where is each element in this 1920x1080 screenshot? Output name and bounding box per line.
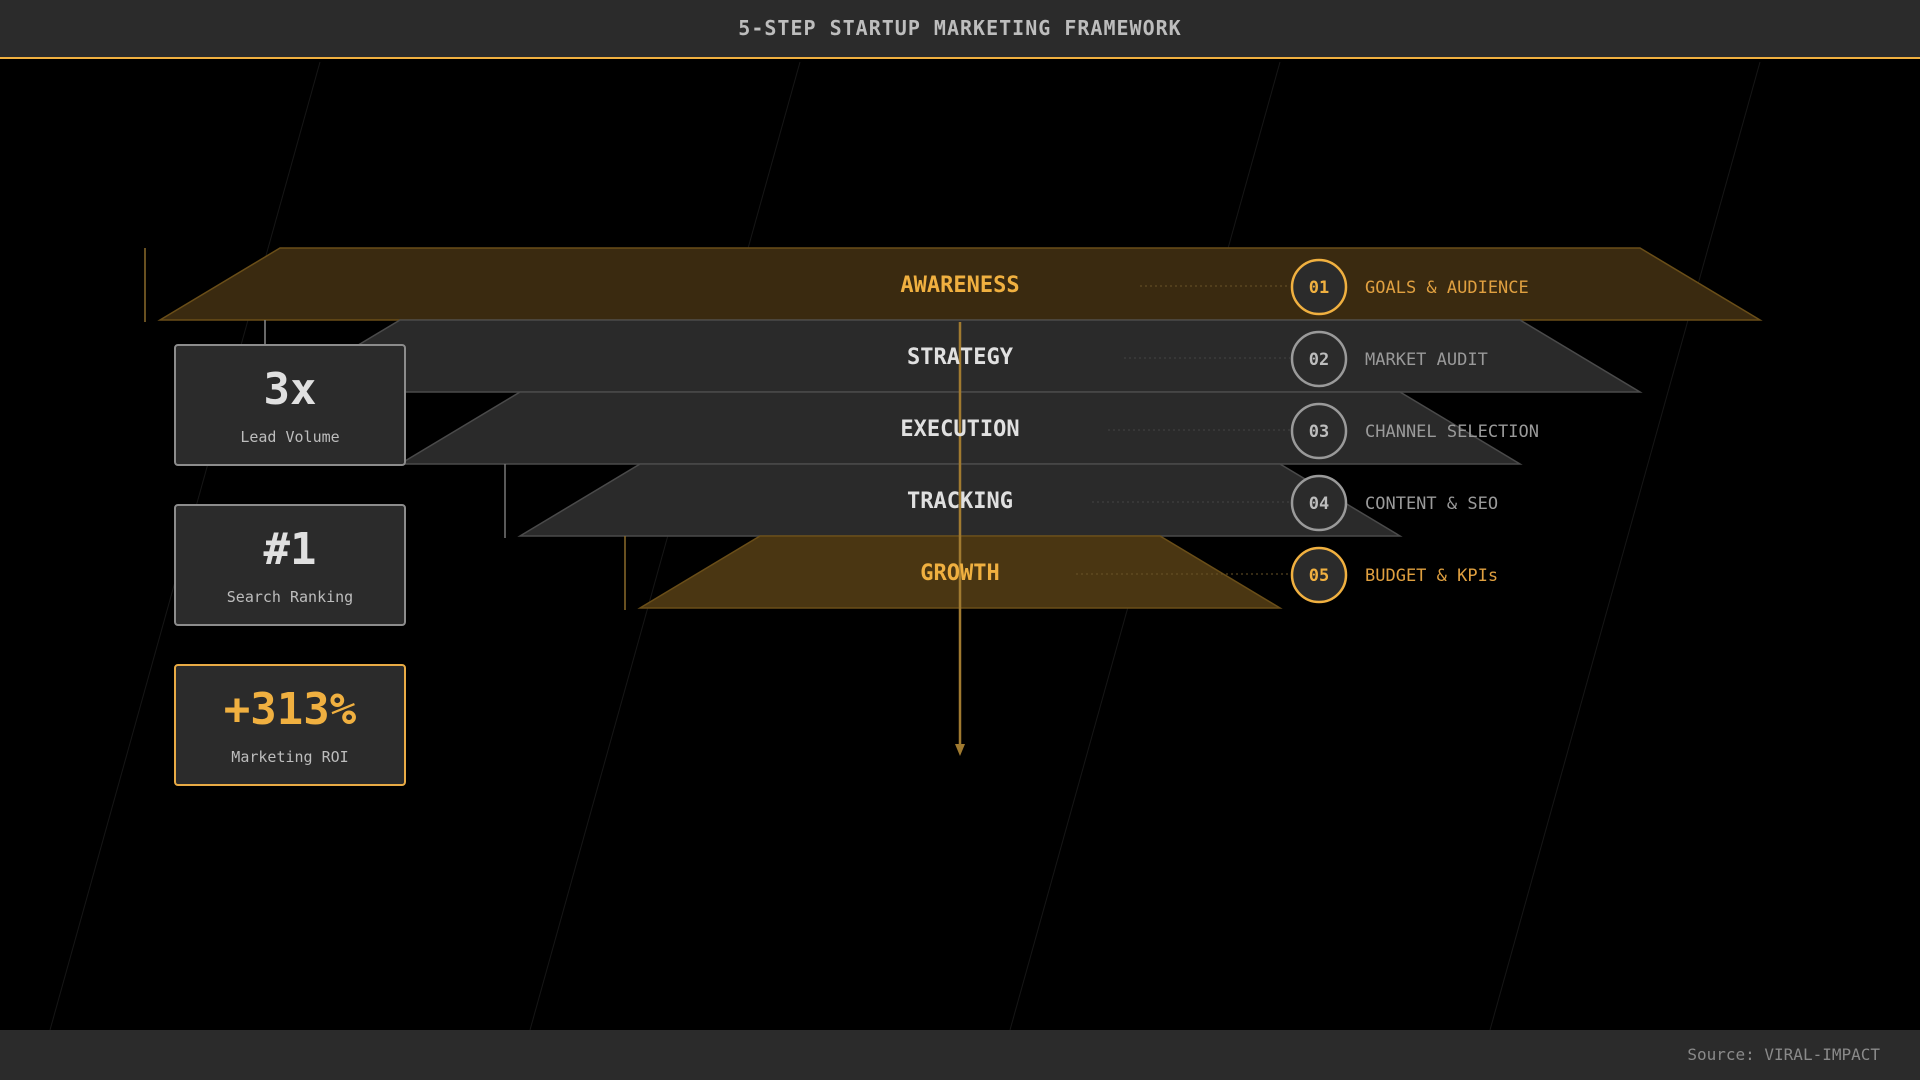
background-line xyxy=(1489,61,1761,1031)
stat-value: 3x xyxy=(263,364,317,415)
step-description: MARKET AUDIT xyxy=(1365,350,1488,370)
page: 5-STEP STARTUP MARKETING FRAMEWORK AWARE… xyxy=(0,0,1920,1080)
stat-value: #1 xyxy=(263,524,317,575)
stat-label: Lead Volume xyxy=(240,428,340,446)
step-number: 01 xyxy=(1309,278,1329,298)
funnel-label-awareness: AWARENESS xyxy=(900,273,1019,298)
arrow-head xyxy=(955,744,965,756)
step-description: CHANNEL SELECTION xyxy=(1365,422,1539,442)
step-number: 05 xyxy=(1309,566,1329,586)
stat-label: Search Ranking xyxy=(226,588,354,606)
stat-label: Marketing ROI xyxy=(231,748,349,766)
step-number: 04 xyxy=(1309,494,1329,514)
step-description: BUDGET & KPIs xyxy=(1365,566,1498,586)
step-number: 02 xyxy=(1309,350,1329,370)
footer-bar: Source: VIRAL-IMPACT xyxy=(0,1030,1920,1080)
source-caption: Source: VIRAL-IMPACT xyxy=(1687,1045,1880,1064)
step-description: CONTENT & SEO xyxy=(1365,494,1498,514)
funnel-label-execution: EXECUTION xyxy=(900,417,1019,442)
stat-card-lead-volume: 3x Lead Volume xyxy=(174,344,406,466)
step-description: GOALS & AUDIENCE xyxy=(1365,278,1529,298)
funnel-label-strategy: STRATEGY xyxy=(907,345,1014,370)
stat-card-search-ranking: #1 Search Ranking xyxy=(174,504,406,626)
step-number: 03 xyxy=(1309,422,1329,442)
stat-card-marketing-roi: +313% Marketing ROI xyxy=(174,664,406,786)
stat-value: +313% xyxy=(223,684,357,735)
funnel-label-tracking: TRACKING xyxy=(907,489,1013,514)
funnel-label-growth: GROWTH xyxy=(920,561,999,586)
